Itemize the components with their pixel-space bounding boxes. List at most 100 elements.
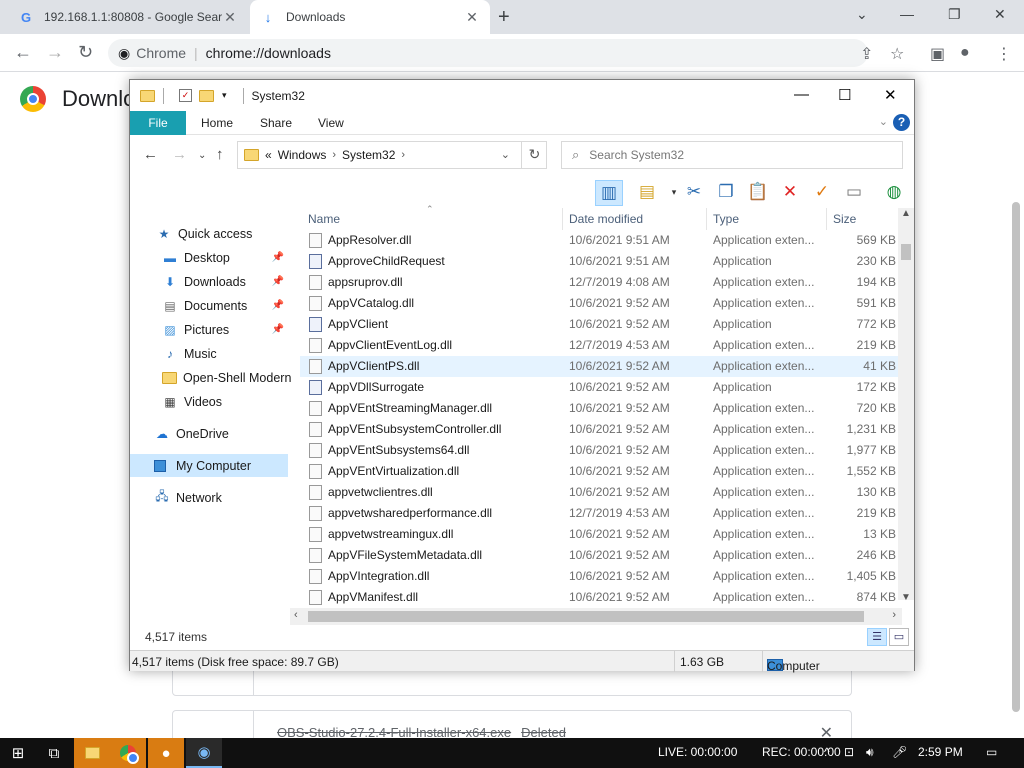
nav-onedrive[interactable]: ☁ OneDrive [130, 422, 288, 445]
rename-icon[interactable]: ▭ [840, 180, 868, 206]
close-button[interactable]: ✕ [884, 86, 897, 104]
maximize-button[interactable]: ☐ [838, 86, 851, 104]
back-arrow-icon[interactable]: ← [143, 146, 158, 163]
obs-taskbar-icon[interactable]: ● [148, 738, 184, 768]
app-taskbar-icon[interactable]: ◉ [186, 738, 222, 768]
horizontal-scrollbar[interactable]: ‹ › [290, 608, 902, 625]
tab-home[interactable]: Home [201, 111, 233, 135]
column-divider[interactable] [826, 208, 827, 230]
microphone-icon[interactable]: 🎤︎ [892, 745, 907, 759]
volume-icon[interactable]: 🔊︎ [866, 745, 874, 760]
network-tray-icon[interactable]: ⊡ [844, 745, 854, 759]
close-button[interactable]: ✕ [994, 6, 1006, 23]
copy-icon[interactable]: ❐ [712, 180, 740, 206]
tab-google-search[interactable]: G 192.168.1.1:80808 - Google Search ✕ [8, 0, 248, 34]
nav-music[interactable]: ♪ Music [130, 342, 288, 365]
reload-icon[interactable]: ↻ [78, 42, 93, 63]
windows-start-icon[interactable]: ⊞ [0, 738, 36, 768]
customize-toolbar-icon[interactable]: ▾ [222, 90, 227, 101]
back-arrow-icon[interactable]: ← [14, 42, 32, 63]
table-row[interactable]: AppResolver.dll 10/6/2021 9:51 AM Applicat… [300, 230, 898, 251]
table-row[interactable]: AppVManifest.dll 10/6/2021 9:52 AM Applica… [300, 587, 898, 608]
task-view-icon[interactable]: ⧉ [36, 738, 72, 768]
forward-arrow-icon[interactable]: → [46, 42, 64, 63]
chevron-down-icon[interactable]: ⌄ [856, 6, 868, 23]
nav-pictures[interactable]: ▨ Pictures 📌 [130, 318, 288, 341]
expand-ribbon-icon[interactable]: ⌄ [879, 115, 888, 128]
breadcrumb-overflow[interactable]: « [265, 148, 272, 162]
table-row[interactable]: appvetwclientres.dll 10/6/2021 9:52 AM App… [300, 482, 898, 503]
address-dropdown-icon[interactable]: ⌄ [501, 148, 510, 161]
tab-downloads[interactable]: ↓ Downloads ✕ [250, 0, 490, 34]
minimize-button[interactable]: — [794, 86, 809, 103]
table-row[interactable]: appvetwsharedperformance.dll 12/7/2019 4:… [300, 503, 898, 524]
nav-desktop[interactable]: ▬ Desktop 📌 [130, 246, 288, 269]
search-input[interactable]: ⌕ Search System32 [561, 141, 903, 169]
chrome-taskbar-icon[interactable] [110, 738, 146, 768]
scroll-left-icon[interactable]: ‹ [294, 609, 298, 621]
share-icon[interactable]: ⇪ [860, 44, 873, 64]
scroll-right-icon[interactable]: › [892, 609, 896, 621]
scroll-thumb[interactable] [901, 244, 911, 260]
nav-open-shell[interactable]: Open-Shell Modern [130, 366, 291, 389]
cut-icon[interactable]: ✂ [680, 180, 708, 206]
menu-kebab-icon[interactable]: ⋮ [996, 44, 1012, 64]
paste-icon[interactable]: 📋 [744, 180, 772, 206]
table-row[interactable]: AppVIntegration.dll 10/6/2021 9:52 AM Appl… [300, 566, 898, 587]
column-divider[interactable] [562, 208, 563, 230]
forward-arrow-icon[interactable]: → [172, 146, 187, 163]
table-row[interactable]: AppVFileSystemMetadata.dll 10/6/2021 9:52… [300, 545, 898, 566]
nav-downloads[interactable]: ⬇ Downloads 📌 [130, 270, 288, 293]
table-row[interactable]: appvetwstreamingux.dll 10/6/2021 9:52 AM A… [300, 524, 898, 545]
new-tab-button[interactable]: + [498, 6, 510, 29]
minimize-button[interactable]: — [900, 6, 914, 22]
notification-icon[interactable]: ▭ [986, 745, 997, 759]
breadcrumb-system32[interactable]: System32 [342, 148, 395, 162]
address-breadcrumb[interactable]: « Windows › System32 › ⌄ [237, 141, 547, 169]
table-row[interactable]: AppVClientPS.dll 10/6/2021 9:52 AM Applica… [300, 356, 898, 377]
column-name[interactable]: Name [308, 212, 340, 226]
column-type[interactable]: Type [713, 212, 739, 226]
side-panel-icon[interactable]: ▣ [930, 44, 945, 64]
scroll-thumb[interactable] [308, 611, 864, 622]
chevron-right-icon[interactable]: › [401, 149, 405, 161]
table-row[interactable]: AppVCatalog.dll 10/6/2021 9:52 AM Applicat… [300, 293, 898, 314]
table-row[interactable]: AppVEntSubsystemController.dll 10/6/2021 … [300, 419, 898, 440]
help-icon[interactable]: ? [893, 114, 910, 131]
close-tab-icon[interactable]: ✕ [222, 9, 238, 26]
table-row[interactable]: ApproveChildRequest 10/6/2021 9:51 AM Appl… [300, 251, 898, 272]
properties-icon[interactable]: ✓ [179, 89, 192, 102]
nav-documents[interactable]: ▤ Documents 📌 [130, 294, 288, 317]
table-row[interactable]: AppVEntSubsystems64.dll 10/6/2021 9:52 AM… [300, 440, 898, 461]
chevron-right-icon[interactable]: › [332, 149, 336, 161]
layout-icon[interactable]: ▤ [633, 180, 661, 206]
close-tab-icon[interactable]: ✕ [464, 9, 480, 26]
table-row[interactable]: AppVEntStreamingManager.dll 10/6/2021 9:5… [300, 398, 898, 419]
table-row[interactable]: AppVClient 10/6/2021 9:52 AM Application 77… [300, 314, 898, 335]
profile-avatar-icon[interactable]: ● [960, 44, 970, 62]
table-row[interactable]: AppvClientEventLog.dll 12/7/2019 4:53 AM A… [300, 335, 898, 356]
table-row[interactable]: AppVDllSurrogate 10/6/2021 9:52 AM Applica… [300, 377, 898, 398]
table-row[interactable]: appsruprov.dll 12/7/2019 4:08 AM Applicati… [300, 272, 898, 293]
scroll-up-icon[interactable]: ▲ [901, 208, 911, 219]
preview-pane-icon[interactable]: ▥ [595, 180, 623, 206]
breadcrumb-windows[interactable]: Windows [278, 148, 327, 162]
vertical-scrollbar[interactable]: ▲ ▼ [898, 208, 914, 603]
nav-network[interactable]: 🖧 Network [130, 486, 288, 509]
clock-time[interactable]: 2:59 PM [918, 745, 963, 759]
nav-videos[interactable]: ▦ Videos [130, 390, 288, 413]
address-bar[interactable]: ◉ Chrome | chrome://downloads [108, 39, 868, 67]
tab-view[interactable]: View [318, 111, 344, 135]
show-hidden-icons-icon[interactable]: ^ [824, 745, 830, 759]
table-row[interactable]: AppVEntVirtualization.dll 10/6/2021 9:52 … [300, 461, 898, 482]
checkmark-icon[interactable]: ✓ [808, 180, 836, 206]
delete-icon[interactable]: ✕ [776, 180, 804, 206]
column-size[interactable]: Size [833, 212, 856, 226]
tab-share[interactable]: Share [260, 111, 292, 135]
recent-locations-icon[interactable]: ⌄ [198, 150, 206, 161]
tab-file[interactable]: File [130, 111, 186, 135]
nav-my-computer[interactable]: My Computer [130, 454, 288, 477]
url-text[interactable]: chrome://downloads [206, 45, 331, 61]
page-scrollbar[interactable] [1012, 202, 1020, 712]
large-icons-view-icon[interactable]: ▭ [889, 628, 909, 646]
